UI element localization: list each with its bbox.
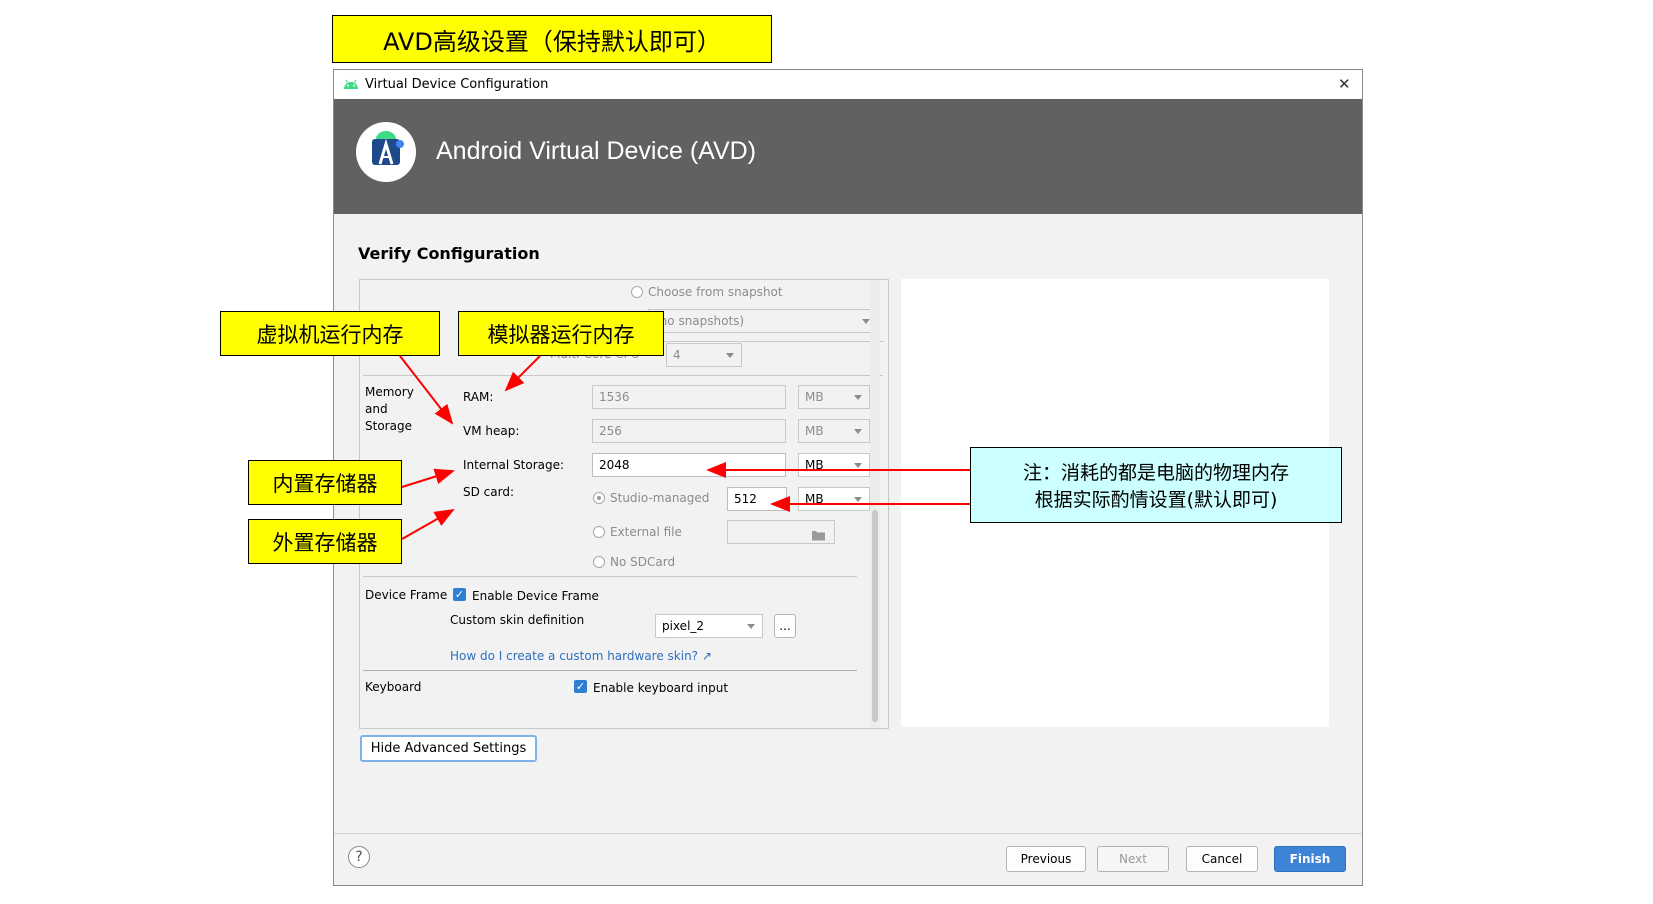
annotation-arrows: [399, 355, 970, 540]
arrow-ram: [504, 355, 541, 392]
arrow-vm-heap: [399, 355, 454, 425]
arrow-internal-storage: [401, 468, 455, 488]
arrow-sd-card: [401, 509, 455, 540]
